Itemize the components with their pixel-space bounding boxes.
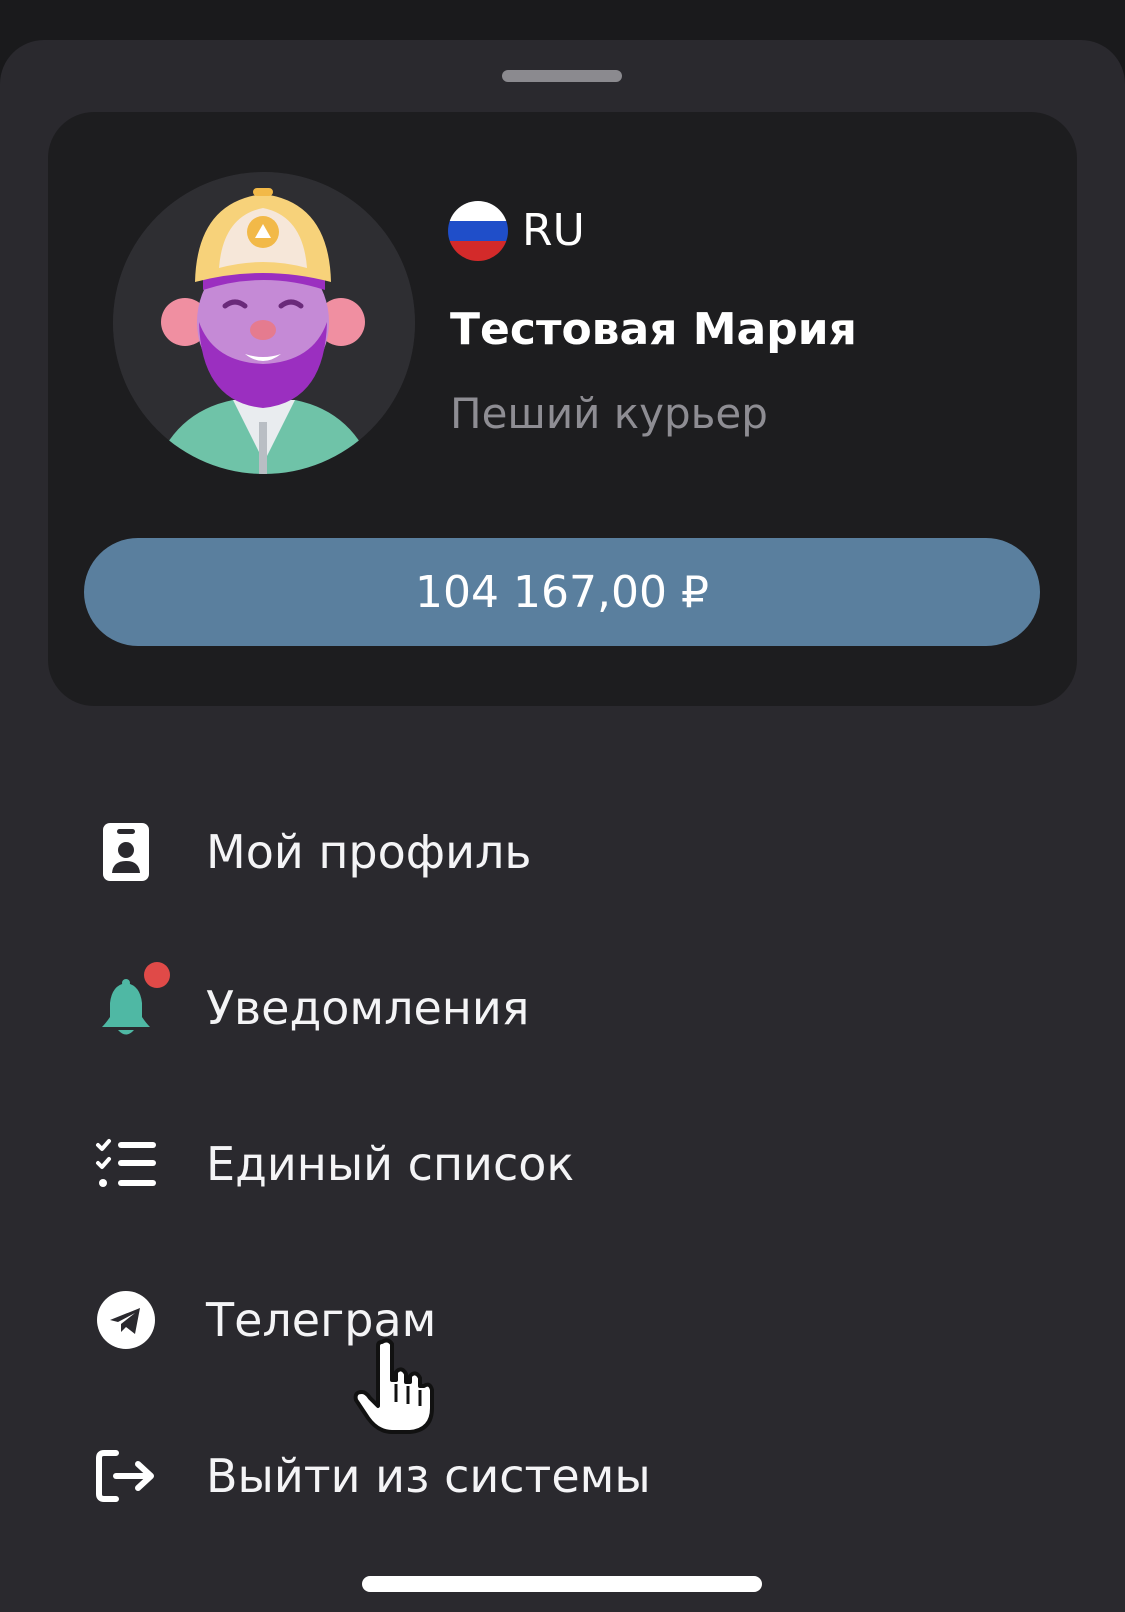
hand-pointer-cursor-icon [352, 1336, 442, 1436]
menu-item-profile[interactable]: Мой профиль [90, 802, 1050, 902]
menu-item-label: Единый список [206, 1137, 575, 1191]
avatar[interactable] [113, 172, 415, 474]
bell-icon [90, 962, 170, 1044]
logout-icon [90, 1440, 162, 1512]
balance-amount: 104 167,00 ₽ [415, 566, 709, 618]
language-selector[interactable]: RU [448, 200, 585, 262]
language-code: RU [522, 205, 585, 256]
menu-item-notifications[interactable]: Уведомления [90, 958, 1050, 1058]
menu-item-logout[interactable]: Выйти из системы [90, 1426, 1050, 1526]
menu-item-unified-list[interactable]: Единый список [90, 1114, 1050, 1214]
balance-button[interactable]: 104 167,00 ₽ [84, 538, 1040, 646]
user-role: Пеший курьер [450, 389, 768, 438]
telegram-icon [90, 1284, 162, 1356]
sheet-grabber-handle[interactable] [502, 70, 622, 82]
unread-notification-dot [144, 962, 170, 988]
menu-item-label: Мой профиль [206, 825, 532, 879]
checklist-icon [90, 1128, 162, 1200]
user-name: Тестовая Мария [450, 304, 857, 355]
russia-flag-icon [448, 201, 508, 261]
home-indicator[interactable] [362, 1576, 762, 1592]
profile-badge-icon [90, 816, 162, 888]
menu-item-telegram[interactable]: Телеграм [90, 1270, 1050, 1370]
menu-item-label: Выйти из системы [206, 1449, 651, 1503]
menu-item-label: Уведомления [206, 981, 530, 1035]
